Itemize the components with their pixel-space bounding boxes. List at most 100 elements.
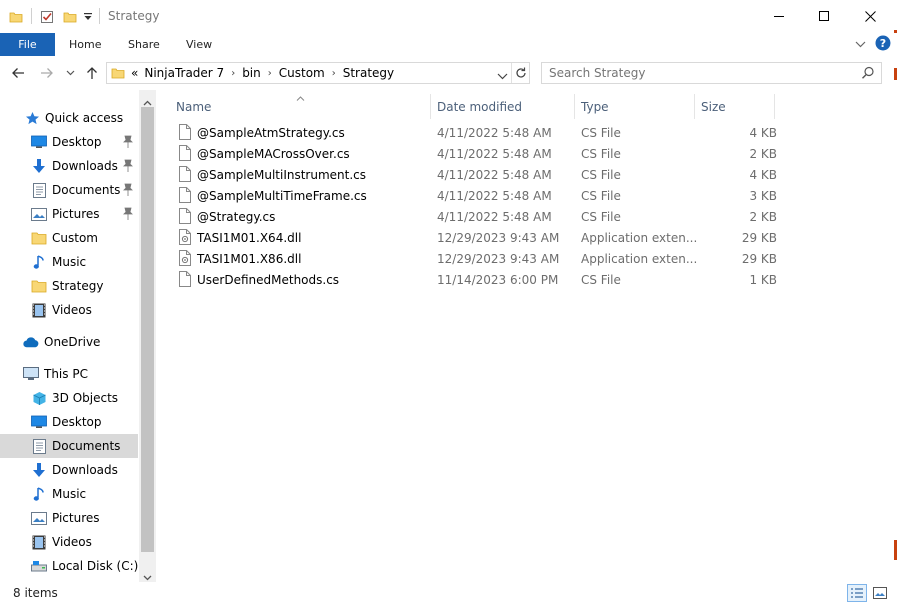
- column-header-type[interactable]: Type: [581, 94, 609, 119]
- nav-item-videos[interactable]: Videos: [0, 298, 138, 322]
- close-button[interactable]: [848, 0, 893, 33]
- nav-item-local-disk[interactable]: Local Disk (C:): [0, 554, 138, 578]
- file-name: @SampleMultiTimeFrame.cs: [197, 189, 367, 203]
- expand-ribbon-icon[interactable]: [853, 37, 867, 51]
- file-size: 2 KB: [749, 147, 777, 161]
- pin-icon[interactable]: [122, 207, 134, 221]
- refresh-icon[interactable]: [514, 66, 528, 80]
- help-icon[interactable]: ?: [875, 35, 891, 51]
- column-header-date[interactable]: Date modified: [437, 94, 522, 119]
- nav-item-pc-documents[interactable]: Documents: [0, 434, 138, 458]
- large-icons-view-icon[interactable]: [870, 584, 890, 602]
- breadcrumb-overflow[interactable]: «: [131, 66, 138, 80]
- file-row[interactable]: @Strategy.cs 4/11/2022 5:48 AM CS File 2…: [174, 206, 778, 227]
- divider: [511, 63, 512, 83]
- cube-icon: [31, 390, 47, 406]
- search-box[interactable]: [541, 62, 882, 84]
- column-divider[interactable]: [574, 94, 575, 119]
- file-name: @SampleMultiInstrument.cs: [197, 168, 367, 182]
- scroll-down-icon[interactable]: [143, 570, 152, 582]
- file-row[interactable]: TASI1M01.X64.dll 12/29/2023 9:43 AM Appl…: [174, 227, 778, 248]
- details-view-icon[interactable]: [847, 584, 867, 602]
- nav-item-strategy[interactable]: Strategy: [0, 274, 138, 298]
- properties-icon[interactable]: [39, 7, 55, 27]
- breadcrumb-item-strategy[interactable]: Strategy: [343, 66, 394, 80]
- nav-item-quick-access[interactable]: Quick access: [0, 106, 138, 130]
- nav-item-desktop[interactable]: Desktop: [0, 130, 138, 154]
- nav-scrollbar[interactable]: [139, 90, 156, 582]
- desktop-icon: [31, 134, 47, 150]
- address-dropdown-chevron-icon[interactable]: [497, 69, 509, 80]
- pin-icon[interactable]: [122, 159, 134, 173]
- nav-item-label: Desktop: [52, 415, 102, 429]
- breadcrumb-item-bin[interactable]: bin: [242, 66, 261, 80]
- tab-view[interactable]: View: [186, 33, 212, 56]
- file-icon: [179, 124, 191, 140]
- chevron-right-icon[interactable]: ›: [231, 68, 235, 79]
- file-name: @SampleMACrossOver.cs: [197, 147, 350, 161]
- file-size: 3 KB: [749, 189, 777, 203]
- back-arrow-icon[interactable]: [8, 62, 28, 84]
- file-row[interactable]: @SampleMultiTimeFrame.cs 4/11/2022 5:48 …: [174, 185, 778, 206]
- tab-file[interactable]: File: [0, 33, 55, 56]
- nav-item-onedrive[interactable]: OneDrive: [0, 330, 138, 354]
- folder-icon[interactable]: [8, 7, 24, 27]
- nav-item-downloads[interactable]: Downloads: [0, 154, 138, 178]
- file-row[interactable]: @SampleMultiInstrument.cs 4/11/2022 5:48…: [174, 164, 778, 185]
- breadcrumb-item-ninjatrader[interactable]: NinjaTrader 7: [144, 66, 224, 80]
- nav-item-3d-objects[interactable]: 3D Objects: [0, 386, 138, 410]
- status-bar: 8 items: [0, 582, 897, 602]
- nav-item-label: Quick access: [45, 111, 124, 125]
- breadcrumb-item-custom[interactable]: Custom: [279, 66, 325, 80]
- nav-item-documents[interactable]: Documents: [0, 178, 138, 202]
- file-date: 4/11/2022 5:48 AM: [437, 168, 552, 182]
- customize-toolbar-icon[interactable]: [82, 7, 94, 27]
- star-icon: [24, 110, 40, 126]
- up-arrow-icon[interactable]: [82, 62, 102, 84]
- nav-scrollbar-thumb[interactable]: [141, 107, 154, 552]
- minimize-button[interactable]: [757, 0, 802, 33]
- column-divider[interactable]: [694, 94, 695, 119]
- nav-item-label: This PC: [44, 367, 88, 381]
- chevron-right-icon[interactable]: ›: [268, 68, 272, 79]
- nav-item-pc-downloads[interactable]: Downloads: [0, 458, 138, 482]
- nav-item-label: Music: [52, 255, 87, 269]
- file-row[interactable]: UserDefinedMethods.cs 11/14/2023 6:00 PM…: [174, 269, 778, 290]
- nav-item-pictures[interactable]: Pictures: [0, 202, 138, 226]
- picture-icon: [31, 510, 47, 526]
- nav-item-pc-pictures[interactable]: Pictures: [0, 506, 138, 530]
- forward-arrow-icon[interactable]: [37, 62, 57, 84]
- column-divider[interactable]: [430, 94, 431, 119]
- chevron-right-icon[interactable]: ›: [332, 68, 336, 79]
- tab-share[interactable]: Share: [128, 33, 160, 56]
- film-icon: [31, 302, 47, 318]
- search-icon[interactable]: [861, 66, 875, 80]
- column-header-name[interactable]: Name: [176, 94, 211, 119]
- nav-item-this-pc[interactable]: This PC: [0, 362, 138, 386]
- maximize-button[interactable]: [802, 0, 847, 33]
- file-row[interactable]: @SampleAtmStrategy.cs 4/11/2022 5:48 AM …: [174, 122, 778, 143]
- file-type: CS File: [581, 273, 621, 287]
- file-row[interactable]: TASI1M01.X86.dll 12/29/2023 9:43 AM Appl…: [174, 248, 778, 269]
- nav-item-custom[interactable]: Custom: [0, 226, 138, 250]
- nav-item-pc-videos[interactable]: Videos: [0, 530, 138, 554]
- address-bar[interactable]: « NinjaTrader 7 › bin › Custom › Strateg…: [106, 62, 530, 84]
- nav-item-label: Pictures: [52, 511, 100, 525]
- nav-item-label: Custom: [52, 231, 98, 245]
- nav-item-pc-music[interactable]: Music: [0, 482, 138, 506]
- file-row[interactable]: @SampleMACrossOver.cs 4/11/2022 5:48 AM …: [174, 143, 778, 164]
- tab-home[interactable]: Home: [69, 33, 101, 56]
- search-input[interactable]: [549, 66, 849, 80]
- nav-item-pc-desktop[interactable]: Desktop: [0, 410, 138, 434]
- pin-icon[interactable]: [122, 183, 134, 197]
- nav-item-label: Downloads: [52, 159, 118, 173]
- new-folder-icon[interactable]: [62, 7, 78, 27]
- nav-item-music[interactable]: Music: [0, 250, 138, 274]
- column-header-size[interactable]: Size: [701, 94, 726, 119]
- file-type: CS File: [581, 147, 621, 161]
- column-divider[interactable]: [774, 94, 775, 119]
- pin-icon[interactable]: [122, 135, 134, 149]
- nav-item-label: Pictures: [52, 207, 100, 221]
- recent-locations-chevron-icon[interactable]: [63, 62, 77, 84]
- sort-ascending-icon: [296, 90, 305, 104]
